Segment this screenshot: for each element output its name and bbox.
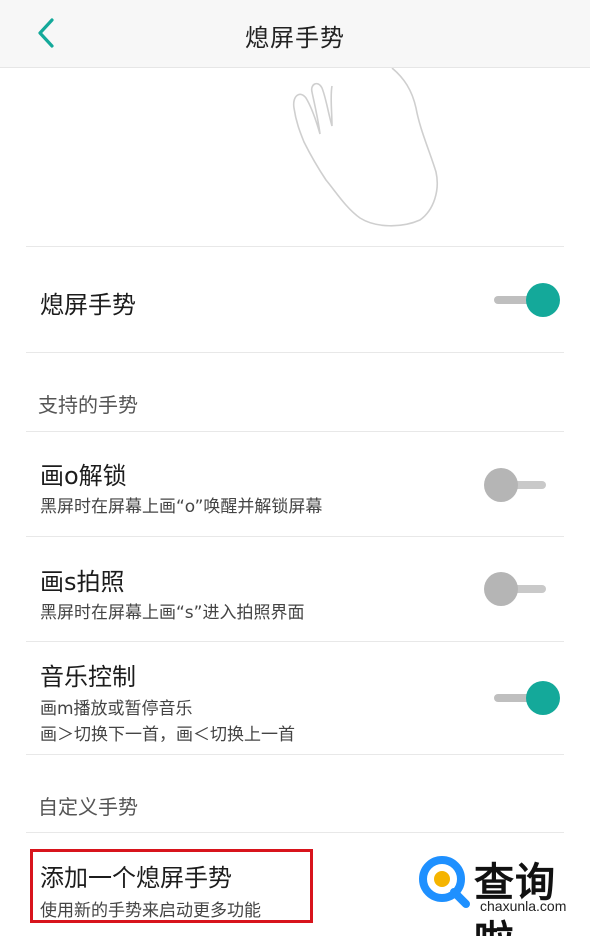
divider <box>26 641 564 642</box>
section-custom-gestures: 自定义手势 <box>38 795 138 819</box>
gesture-o-switch[interactable] <box>484 465 554 505</box>
switch-thumb <box>484 468 518 502</box>
section-supported-gestures: 支持的手势 <box>38 393 138 417</box>
switch-thumb <box>526 283 560 317</box>
add-gesture-subtitle: 使用新的手势来启动更多功能 <box>40 901 261 921</box>
divider <box>26 431 564 432</box>
divider <box>26 246 564 247</box>
main-toggle-label: 熄屏手势 <box>40 291 136 319</box>
add-gesture-title: 添加一个熄屏手势 <box>40 864 232 892</box>
main-gesture-switch[interactable] <box>490 280 560 320</box>
gesture-o-title: 画o解锁 <box>40 462 127 490</box>
music-control-title: 音乐控制 <box>40 663 136 691</box>
page-title: 熄屏手势 <box>245 24 345 52</box>
divider <box>26 754 564 755</box>
hand-gesture-icon <box>292 68 438 227</box>
watermark-url: chaxunla.com <box>480 898 567 914</box>
divider <box>26 832 564 833</box>
music-control-subtitle-2: 画＞切换下一首，画＜切换上一首 <box>40 725 295 745</box>
gesture-s-switch[interactable] <box>484 569 554 609</box>
gesture-s-subtitle: 黑屏时在屏幕上画“s”进入拍照界面 <box>40 603 305 623</box>
search-logo-icon <box>419 856 470 908</box>
divider <box>26 352 564 353</box>
music-control-switch[interactable] <box>490 678 560 718</box>
gesture-o-subtitle: 黑屏时在屏幕上画“o”唤醒并解锁屏幕 <box>40 497 323 517</box>
switch-thumb <box>526 681 560 715</box>
divider <box>26 536 564 537</box>
watermark: 查询啦 chaxunla.com <box>416 850 586 936</box>
top-bar: 熄屏手势 <box>0 0 590 68</box>
gesture-s-title: 画s拍照 <box>40 568 125 596</box>
watermark-brand: 查询啦 <box>474 860 556 936</box>
switch-thumb <box>484 572 518 606</box>
music-control-subtitle-1: 画m播放或暂停音乐 <box>40 699 193 719</box>
